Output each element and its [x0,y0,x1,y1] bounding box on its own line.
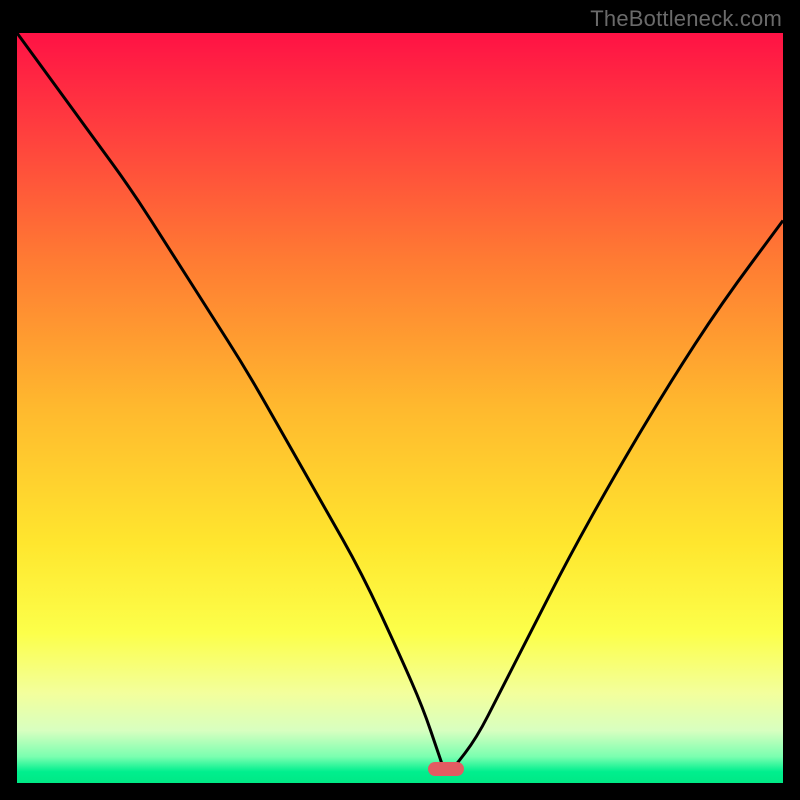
minimum-marker [428,762,464,776]
chart-background-gradient [17,33,783,783]
chart-frame [17,33,783,783]
watermark-text: TheBottleneck.com [590,6,782,32]
